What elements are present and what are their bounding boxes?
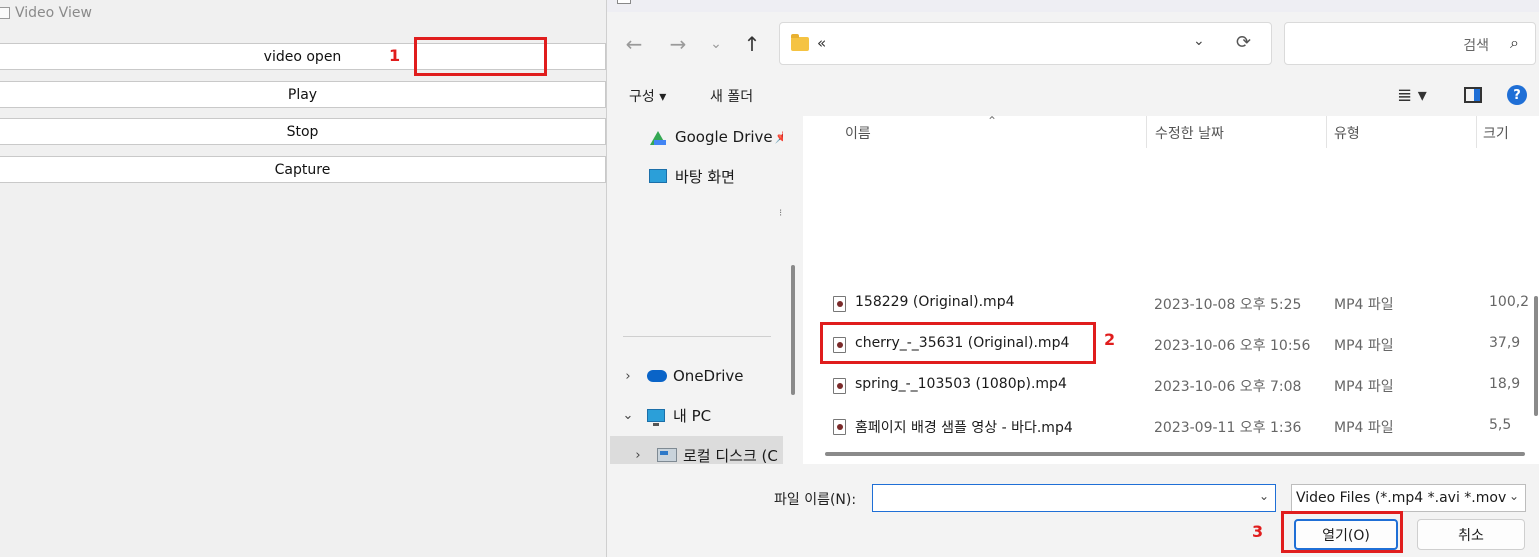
preview-pane-icon[interactable]	[1464, 87, 1482, 103]
refresh-icon[interactable]: ⟳	[1236, 32, 1251, 53]
column-header-modified[interactable]: 수정한 날짜	[1155, 123, 1224, 143]
new-folder-button[interactable]: 새 폴더	[710, 86, 753, 106]
column-divider[interactable]	[1326, 116, 1327, 148]
video-file-icon	[833, 337, 846, 353]
file-date: 2023-10-08 오후 5:25	[1154, 297, 1302, 313]
file-row[interactable]: 158229 (Original).mp4 2023-10-08 오후 5:25…	[803, 284, 1539, 322]
nav-pane-splitter[interactable]: ⁝	[779, 208, 782, 219]
video-view-window: Video View video open Play Stop Capture	[0, 0, 606, 557]
nav-item-label: Google Drive	[675, 128, 773, 146]
file-row[interactable]: cherry_-_35631 (Original).mp4 2023-10-06…	[803, 325, 1539, 363]
google-drive-icon	[649, 129, 667, 145]
help-icon[interactable]: ?	[1507, 85, 1527, 105]
search-box[interactable]: 검색 ⌕	[1284, 22, 1536, 65]
chevron-right-icon[interactable]: ›	[629, 448, 647, 463]
file-type: MP4 파일	[1334, 379, 1394, 395]
nav-item-google-drive[interactable]: Google Drive 📌	[649, 122, 783, 152]
file-type: MP4 파일	[1334, 420, 1394, 436]
horizontal-scrollbar[interactable]	[825, 452, 1525, 456]
video-open-button[interactable]: video open	[0, 43, 606, 70]
vertical-scrollbar[interactable]	[1534, 296, 1538, 416]
address-bar[interactable]: « ⌄ ⟳	[779, 22, 1272, 65]
folder-icon	[791, 34, 809, 51]
video-file-icon	[833, 419, 846, 435]
desktop-icon	[649, 169, 667, 183]
annotation-number: 1	[389, 46, 401, 65]
chevron-down-icon[interactable]: ⌄	[619, 408, 637, 423]
file-type: MP4 파일	[1334, 297, 1394, 313]
file-size: 5,5	[1489, 417, 1512, 433]
play-button[interactable]: Play	[0, 81, 606, 108]
file-date: 2023-10-06 오후 10:56	[1154, 338, 1311, 354]
search-placeholder: 검색	[1463, 38, 1489, 54]
nav-divider	[623, 336, 771, 337]
back-arrow-icon[interactable]: ←	[621, 31, 647, 57]
column-divider[interactable]	[1476, 116, 1477, 148]
file-list: ⌃ 이름 수정한 날짜 유형 크기 158229 (Original).mp4 …	[803, 116, 1539, 464]
filename-label: 파일 이름(N):	[774, 492, 857, 508]
onedrive-cloud-icon	[647, 370, 667, 382]
chevron-right-icon[interactable]: ›	[619, 369, 637, 384]
capture-button[interactable]: Capture	[0, 156, 606, 183]
file-name: 홈페이지 배경 샘플 영상 - 바다.mp4	[855, 420, 1073, 436]
nav-item-label: 바탕 화면	[675, 167, 735, 186]
file-size: 37,9	[1489, 335, 1521, 351]
search-icon[interactable]: ⌕	[1510, 33, 1519, 53]
column-header-type[interactable]: 유형	[1334, 123, 1360, 143]
annotation-number: 3	[1252, 522, 1264, 541]
file-date: 2023-09-11 오후 1:36	[1154, 420, 1302, 436]
file-type: MP4 파일	[1334, 338, 1394, 354]
nav-item-label: OneDrive	[673, 367, 744, 385]
file-date: 2023-10-06 오후 7:08	[1154, 379, 1302, 395]
filename-input[interactable]: ⌄	[872, 484, 1276, 512]
video-file-icon	[833, 378, 846, 394]
nav-item-this-pc[interactable]: ⌄ 내 PC	[619, 400, 711, 430]
file-size: 18,9	[1489, 376, 1521, 392]
open-button[interactable]: 열기(O)	[1294, 519, 1398, 550]
forward-arrow-icon[interactable]: →	[665, 31, 691, 57]
file-type-select[interactable]: Video Files (*.mp4 *.avi *.mov * ⌄	[1291, 484, 1526, 512]
file-type-value: Video Files (*.mp4 *.avi *.mov *	[1296, 490, 1518, 506]
nav-item-label: 내 PC	[673, 406, 712, 425]
file-row[interactable]: spring_-_103503 (1080p).mp4 2023-10-06 오…	[803, 366, 1539, 404]
window-title: Video View	[15, 5, 92, 21]
dialog-title-strip	[607, 0, 1539, 12]
column-header-size[interactable]: 크기	[1483, 123, 1509, 143]
annotation-number: 2	[1104, 330, 1116, 349]
window-title-bar: Video View	[0, 0, 606, 26]
column-header-name[interactable]: 이름	[845, 123, 871, 143]
nav-item-label: 로컬 디스크 (C	[683, 446, 778, 465]
address-dropdown-icon[interactable]: ⌄	[1193, 33, 1205, 49]
file-name: cherry_-_35631 (Original).mp4	[855, 335, 1070, 351]
nav-item-desktop[interactable]: 바탕 화면	[649, 161, 735, 191]
nav-scrollbar[interactable]	[791, 265, 795, 395]
chevron-down-icon[interactable]: ⌄	[1259, 489, 1269, 503]
nav-item-local-disk[interactable]: › 로컬 디스크 (C	[629, 440, 778, 465]
up-arrow-icon[interactable]: ↑	[739, 31, 765, 57]
file-row[interactable]: 홈페이지 배경 샘플 영상 - 바다.mp4 2023-09-11 오후 1:3…	[803, 407, 1539, 445]
cancel-button[interactable]: 취소	[1417, 519, 1525, 550]
dialog-title-icon	[617, 0, 631, 4]
file-name: spring_-_103503 (1080p).mp4	[855, 376, 1067, 392]
organize-menu[interactable]: 구성 ▾	[629, 86, 666, 106]
navigation-pane: Google Drive 📌 바탕 화면 › OneDrive ⌄ 내 PC ›…	[607, 116, 783, 464]
stop-button[interactable]: Stop	[0, 118, 606, 145]
pin-icon: 📌	[774, 130, 783, 144]
chevron-down-icon[interactable]: ⌄	[1506, 489, 1519, 503]
view-options-icon[interactable]: ≣ ▾	[1397, 85, 1427, 106]
breadcrumb[interactable]: «	[817, 34, 826, 52]
open-file-dialog: ← → ⌄ ↑ « ⌄ ⟳ 검색 ⌕ 구성 ▾ 새 폴더 ≣ ▾ ? Googl…	[606, 0, 1539, 557]
recent-locations-chevron-icon[interactable]: ⌄	[703, 31, 729, 57]
local-disk-icon	[657, 448, 677, 462]
video-file-icon	[833, 296, 846, 312]
file-size: 100,2	[1489, 294, 1530, 310]
file-name: 158229 (Original).mp4	[855, 294, 1015, 310]
sort-ascending-icon: ⌃	[987, 116, 998, 128]
app-icon	[0, 7, 10, 19]
pc-icon	[647, 408, 665, 426]
column-divider[interactable]	[1146, 116, 1147, 148]
nav-item-onedrive[interactable]: › OneDrive	[619, 361, 744, 391]
